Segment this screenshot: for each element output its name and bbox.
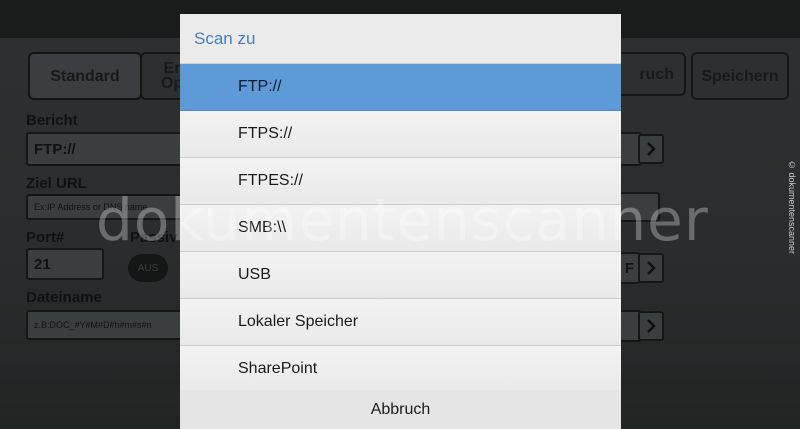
passiv-label: Passiv — [130, 229, 178, 246]
scan-option-row[interactable]: Lokaler Speicher — [180, 299, 621, 346]
bericht-arrow-button[interactable] — [638, 134, 664, 164]
tab-extended-label-1: Er — [163, 60, 181, 77]
scan-option-row[interactable]: FTPES:// — [180, 158, 621, 205]
chevron-right-icon — [647, 261, 656, 275]
passiv-toggle-label: AUS — [137, 262, 159, 274]
dateiname-input[interactable]: z.B:DOC_#Y#M#D#h#m#s#n — [26, 310, 184, 340]
ziel-url-placeholder: Ex:IP Address or DNS name — [34, 202, 148, 212]
passiv-toggle[interactable]: AUS — [128, 254, 168, 282]
abbruch-button-bg[interactable]: ruch — [610, 52, 686, 96]
scan-option-label: FTPS:// — [238, 125, 293, 142]
dateiname-arrow-button[interactable] — [638, 311, 664, 341]
port-value: 21 — [34, 255, 51, 273]
tab-standard[interactable]: Standard — [28, 52, 142, 100]
scan-option-row[interactable]: SMB:\\ — [180, 205, 621, 252]
right-select-value: F — [624, 259, 634, 277]
speichern-button[interactable]: Speichern — [691, 52, 789, 100]
port-label: Port# — [26, 229, 65, 246]
scan-option-label: USB — [238, 266, 271, 283]
cancel-button-label: Abbruch — [370, 400, 431, 418]
tab-standard-label: Standard — [50, 67, 120, 85]
port-input[interactable]: 21 — [26, 248, 104, 280]
bericht-field[interactable]: FTP:// — [26, 132, 206, 166]
dateiname-placeholder: z.B:DOC_#Y#M#D#h#m#s#n — [34, 320, 152, 330]
scan-option-row[interactable]: SharePoint — [180, 346, 621, 393]
copyright-notice: © dokumentenscanner — [787, 160, 797, 255]
scan-option-row[interactable]: FTP:// — [180, 64, 621, 111]
abbruch-button-bg-label: ruch — [639, 65, 674, 83]
chevron-right-icon — [647, 142, 656, 156]
right-select-arrow[interactable] — [638, 253, 664, 283]
dateiname-label: Dateiname — [26, 289, 102, 306]
scan-option-label: FTP:// — [238, 78, 282, 95]
dialog-title: Scan zu — [180, 14, 621, 64]
scan-to-dialog: Scan zu FTP:// FTPS:// FTPES:// SMB:\\ USB Lo… — [180, 14, 621, 429]
scan-option-label: Lokaler Speicher — [238, 313, 359, 330]
scan-option-label: FTPES:// — [238, 172, 303, 189]
scan-option-label: SMB:\\ — [238, 219, 287, 236]
ziel-url-label: Ziel URL — [26, 175, 87, 192]
scan-option-row[interactable]: USB — [180, 252, 621, 299]
speichern-button-label: Speichern — [701, 67, 779, 85]
bericht-value: FTP:// — [34, 140, 76, 158]
scan-option-label: SharePoint — [238, 360, 318, 377]
cancel-button[interactable]: Abbruch — [180, 390, 621, 429]
ziel-url-input[interactable]: Ex:IP Address or DNS name — [26, 194, 196, 220]
scan-option-row[interactable]: FTPS:// — [180, 111, 621, 158]
bericht-label: Bericht — [26, 112, 78, 129]
chevron-right-icon — [647, 319, 656, 333]
